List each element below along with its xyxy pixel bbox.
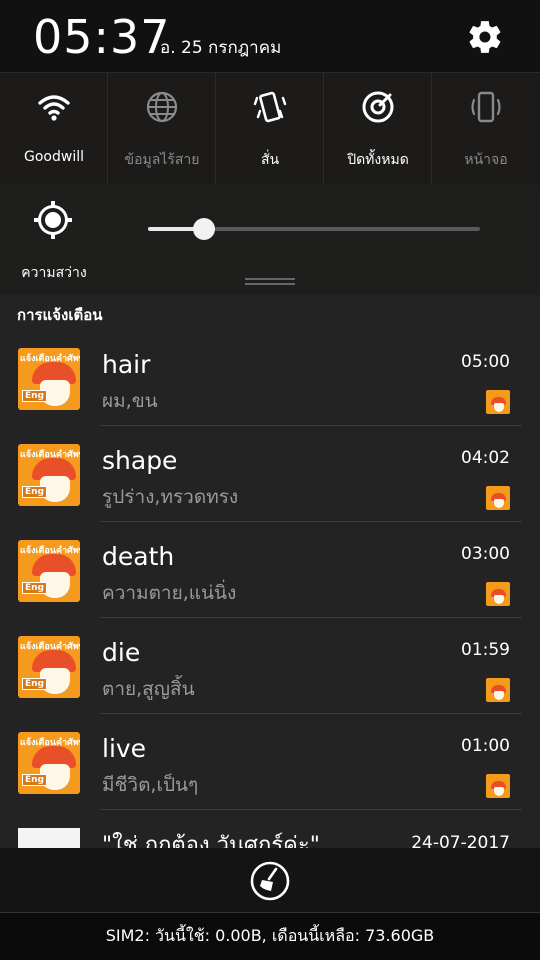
vocab-app-icon: แจ้งเตือนคำศัพท์ Eng [18, 540, 80, 602]
eng-badge: Eng [22, 678, 47, 690]
tile-wifi-label: Goodwill [24, 149, 84, 165]
date-label: อ. 25 กรกฎาคม [160, 38, 282, 58]
do-not-disturb-icon [362, 91, 394, 123]
vocab-app-icon: แจ้งเตือนคำศัพท์ Eng [18, 348, 80, 410]
notification-list: การแจ้งเตือน แจ้งเตือนคำศัพท์ Eng hair ผ… [0, 295, 540, 850]
notification-time: 01:59 [461, 640, 510, 660]
notifications-header: การแจ้งเตือน [17, 306, 103, 324]
notification-item[interactable]: แจ้งเตือนคำศัพท์ Eng shape รูปร่าง,ทรวดท… [0, 426, 540, 522]
tile-vibrate[interactable]: สั่น [216, 73, 324, 186]
small-app-icon [486, 774, 510, 798]
notification-item[interactable]: แจ้งเตือนคำศัพท์ Eng death ความตาย,แน่นิ… [0, 522, 540, 618]
notification-subtitle: ตาย,สูญสิ้น [102, 678, 195, 700]
notification-item[interactable]: แจ้งเตือนคำศัพท์ Eng hair ผม,ขน 05:00 [0, 330, 540, 426]
brightness-icon[interactable] [33, 200, 73, 240]
settings-gear-icon[interactable] [466, 18, 504, 56]
small-app-icon [486, 390, 510, 414]
eng-badge: Eng [22, 582, 47, 594]
vibrate-icon [253, 91, 287, 123]
tile-mobile-data[interactable]: ข้อมูลไร้สาย [108, 73, 216, 186]
tile-do-not-disturb[interactable]: ปิดทั้งหมด [324, 73, 432, 186]
tile-mobile-data-label: ข้อมูลไร้สาย [124, 152, 200, 168]
divider [100, 809, 522, 810]
notification-title: death [102, 542, 175, 571]
tile-screen-rotate[interactable]: หน้าจอ [432, 73, 540, 186]
eng-badge: Eng [22, 774, 47, 786]
globe-icon [146, 91, 178, 123]
small-app-icon [486, 678, 510, 702]
notification-subtitle: รูปร่าง,ทรวดทรง [102, 486, 239, 508]
notification-title: hair [102, 350, 151, 379]
eng-badge: Eng [22, 390, 47, 402]
tile-screen-rotate-label: หน้าจอ [464, 152, 508, 168]
vocab-app-icon: แจ้งเตือนคำศัพท์ Eng [18, 732, 80, 794]
notification-time: 03:00 [461, 544, 510, 564]
notification-title: shape [102, 446, 178, 475]
sim-data-usage: SIM2: วันนี้ใช้: 0.00B, เดือนนี้เหลือ: 7… [0, 912, 540, 960]
notification-item[interactable]: แจ้งเตือนคำศัพท์ Eng live มีชีวิต,เป็นๆ … [0, 714, 540, 810]
notification-time: 05:00 [461, 352, 510, 372]
small-app-icon [486, 582, 510, 606]
tile-vibrate-label: สั่น [260, 152, 280, 168]
notification-subtitle: ผม,ขน [102, 390, 158, 412]
drag-handle[interactable] [245, 278, 295, 286]
notification-item-partial[interactable]: "ใช่ ถูกต้อง วันศุกร์ค่ะ" 24-07-2017 [0, 825, 540, 850]
clear-all-broom-icon[interactable] [249, 860, 291, 902]
avatar [18, 828, 80, 850]
small-app-icon [486, 486, 510, 510]
screen-rotate-icon [471, 91, 501, 123]
tile-do-not-disturb-label: ปิดทั้งหมด [347, 152, 409, 168]
vocab-app-icon: แจ้งเตือนคำศัพท์ Eng [18, 636, 80, 698]
notification-time: 01:00 [461, 736, 510, 756]
status-header: 05:37 อ. 25 กรกฎาคม [0, 0, 540, 72]
notification-title: live [102, 734, 147, 763]
tile-wifi[interactable]: Goodwill [0, 73, 108, 186]
eng-badge: Eng [22, 486, 47, 498]
quick-settings-row: Goodwill ข้อมูลไร้สาย สั่น ปิดทั้งหมด หน… [0, 72, 540, 186]
notification-time: 04:02 [461, 448, 510, 468]
clock: 05:37 [33, 10, 171, 64]
notification-item[interactable]: แจ้งเตือนคำศัพท์ Eng die ตาย,สูญสิ้น 01:… [0, 618, 540, 714]
notification-subtitle: ความตาย,แน่นิ่ง [102, 582, 237, 604]
notification-subtitle: มีชีวิต,เป็นๆ [102, 774, 199, 796]
brightness-label: ความสว่าง [21, 265, 87, 281]
wifi-icon [38, 95, 70, 121]
notification-title: die [102, 638, 141, 667]
notification-title: "ใช่ ถูกต้อง วันศุกร์ค่ะ" [102, 833, 320, 850]
vocab-app-icon: แจ้งเตือนคำศัพท์ Eng [18, 444, 80, 506]
